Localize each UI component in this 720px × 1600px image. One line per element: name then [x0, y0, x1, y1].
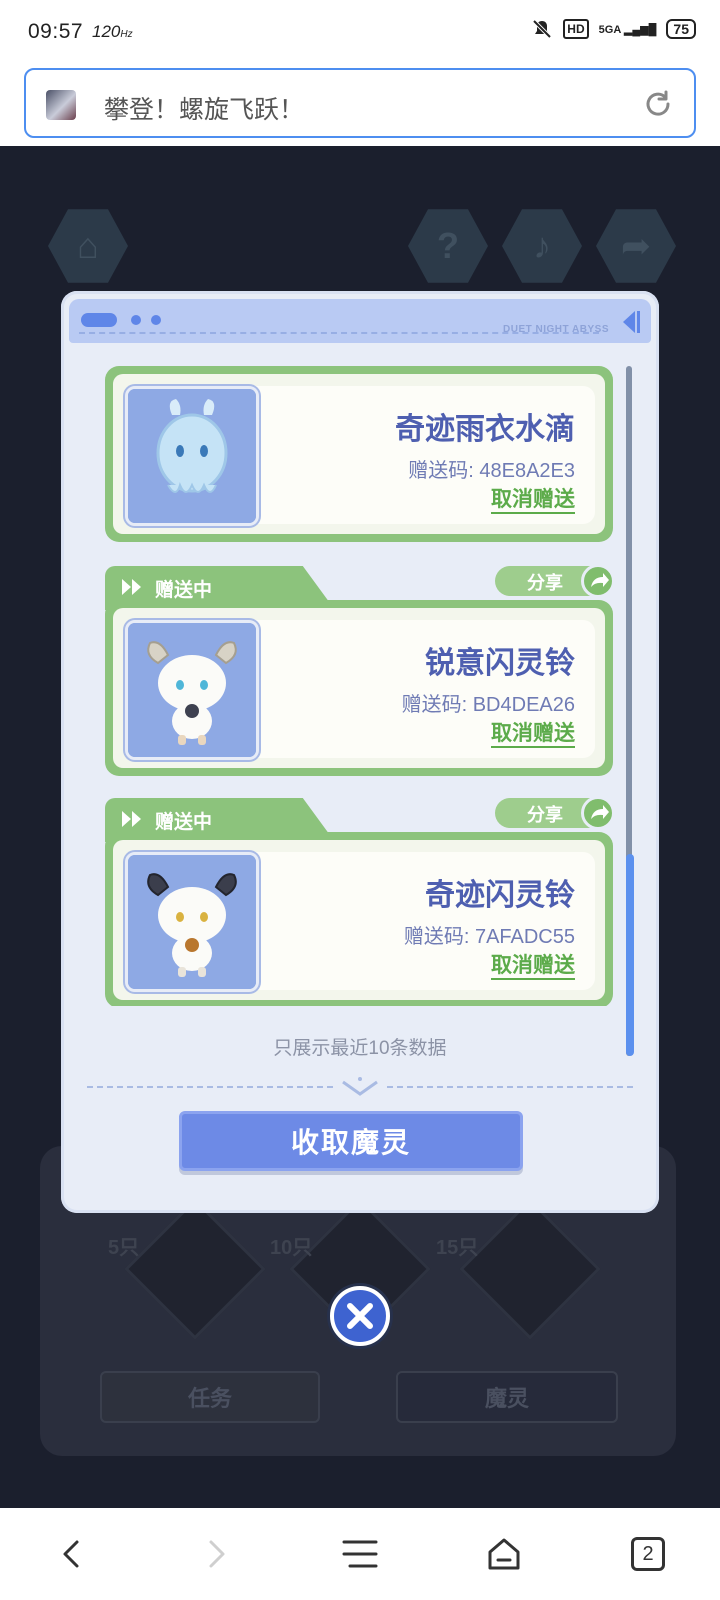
home-button[interactable] [478, 1528, 530, 1580]
home-icon [488, 1538, 520, 1570]
cancel-gift-link[interactable]: 取消赠送 [491, 722, 575, 748]
share-arrow-icon: ➦ [620, 225, 652, 266]
chevron-left-icon [63, 1540, 79, 1568]
water-drop-spirit-image [128, 389, 256, 523]
spirit-name: 锐意闪灵铃 [425, 647, 575, 680]
home-icon: ⌂ [77, 225, 99, 266]
status-label: 赠送中 [155, 812, 213, 833]
spirit-thumbnail [125, 386, 259, 526]
spirit-thumbnail [125, 620, 259, 760]
modal-header: DUET NIGHT ABYSS [69, 299, 651, 343]
page-title: 攀登！螺旋飞跃！ [104, 96, 305, 124]
help-button[interactable]: ? [408, 209, 488, 283]
cancel-gift-link[interactable]: 取消赠送 [491, 488, 575, 514]
share-button[interactable]: 分享 [495, 564, 613, 598]
battery-icon: 75 [666, 19, 696, 39]
card-frame: 奇迹雨衣水滴 赠送码: 48E8A2E3 取消赠送 [105, 366, 613, 542]
tier-tag: 15只 [436, 1237, 479, 1259]
tab-tasks: 任务 [100, 1371, 320, 1423]
claim-spirit-button[interactable]: 收取魔灵 [179, 1111, 523, 1171]
header-decor [81, 313, 117, 327]
gift-list[interactable]: 奇迹雨衣水滴 赠送码: 48E8A2E3 取消赠送 赠送中 分享 锐意闪灵铃 赠… [105, 366, 613, 1006]
hd-icon: HD [563, 19, 589, 39]
mute-icon [532, 19, 552, 39]
card-inner: 锐意闪灵铃 赠送码: BD4DEA26 取消赠送 [113, 608, 605, 768]
back-button[interactable] [46, 1528, 98, 1580]
card-inner: 奇迹雨衣水滴 赠送码: 48E8A2E3 取消赠送 [113, 374, 605, 534]
reload-icon[interactable] [642, 88, 674, 120]
header-dot [151, 315, 161, 325]
spirit-thumbnail [125, 852, 259, 992]
share-label: 分享 [527, 805, 563, 825]
header-dot [131, 315, 141, 325]
menu-button[interactable] [334, 1528, 386, 1580]
forward-button[interactable] [190, 1528, 242, 1580]
chevron-right-icon [209, 1540, 225, 1568]
tier-tag: 10只 [270, 1237, 313, 1259]
share-button[interactable]: 分享 [495, 796, 613, 830]
bell-goat-spirit-image [128, 623, 256, 757]
fast-forward-icon [122, 811, 141, 827]
gift-code: 赠送码: 7AFADC55 [403, 926, 575, 948]
close-icon [347, 1303, 373, 1329]
tab-count-icon: 2 [631, 1537, 665, 1571]
music-note-icon: ♪ [533, 225, 551, 266]
chevron-down-icon [337, 1076, 383, 1098]
spirit-name: 奇迹雨衣水滴 [395, 413, 575, 446]
share-icon [581, 796, 613, 830]
scrollbar-thumb[interactable] [626, 854, 634, 1056]
share-icon [581, 564, 613, 598]
card-frame: 锐意闪灵铃 赠送码: BD4DEA26 取消赠送 [105, 600, 613, 776]
home-button[interactable]: ⌂ [48, 209, 128, 283]
spirit-name: 奇迹闪灵铃 [425, 879, 575, 912]
tab-spirits: 魔灵 [396, 1371, 618, 1423]
music-button[interactable]: ♪ [502, 209, 582, 283]
menu-icon [342, 1540, 378, 1568]
card-inner: 奇迹闪灵铃 赠送码: 7AFADC55 取消赠送 [113, 840, 605, 1000]
gift-code: 赠送码: 48E8A2E3 [408, 460, 575, 482]
status-time: 09:57 [28, 20, 84, 43]
browser-nav-bar: 2 [0, 1508, 720, 1600]
browser-address-area: 攀登！螺旋飞跃！ [0, 64, 720, 146]
list-note: 只展示最近10条数据 [273, 1038, 447, 1059]
tabs-button[interactable]: 2 [622, 1528, 674, 1580]
cancel-gift-link[interactable]: 取消赠送 [491, 954, 575, 980]
tier-tag: 5只 [108, 1237, 140, 1259]
bell-goat-spirit-image [128, 855, 256, 989]
site-favicon [46, 90, 76, 120]
card-frame: 奇迹闪灵铃 赠送码: 7AFADC55 取消赠送 [105, 832, 613, 1006]
fast-forward-icon [122, 579, 141, 595]
status-bar: 09:57 120Hz HD 5GA ▂▄▆█ 75 [0, 0, 720, 64]
share-game-button[interactable]: ➦ [596, 209, 676, 283]
signal-icon: 5GA ▂▄▆█ [598, 23, 657, 36]
status-label: 赠送中 [155, 580, 213, 601]
header-brand-text: DUET NIGHT ABYSS [503, 324, 609, 335]
gift-records-modal: DUET NIGHT ABYSS 奇迹雨衣水滴 赠送码: 48E8A2E3 取消… [61, 291, 659, 1213]
question-icon: ? [437, 225, 459, 266]
refresh-rate-indicator: 120Hz [92, 22, 133, 41]
share-label: 分享 [527, 573, 563, 593]
close-modal-button[interactable] [330, 1286, 390, 1346]
address-bar[interactable]: 攀登！螺旋飞跃！ [24, 68, 696, 138]
gift-code: 赠送码: BD4DEA26 [401, 694, 575, 716]
header-arrow-icon [623, 311, 640, 333]
